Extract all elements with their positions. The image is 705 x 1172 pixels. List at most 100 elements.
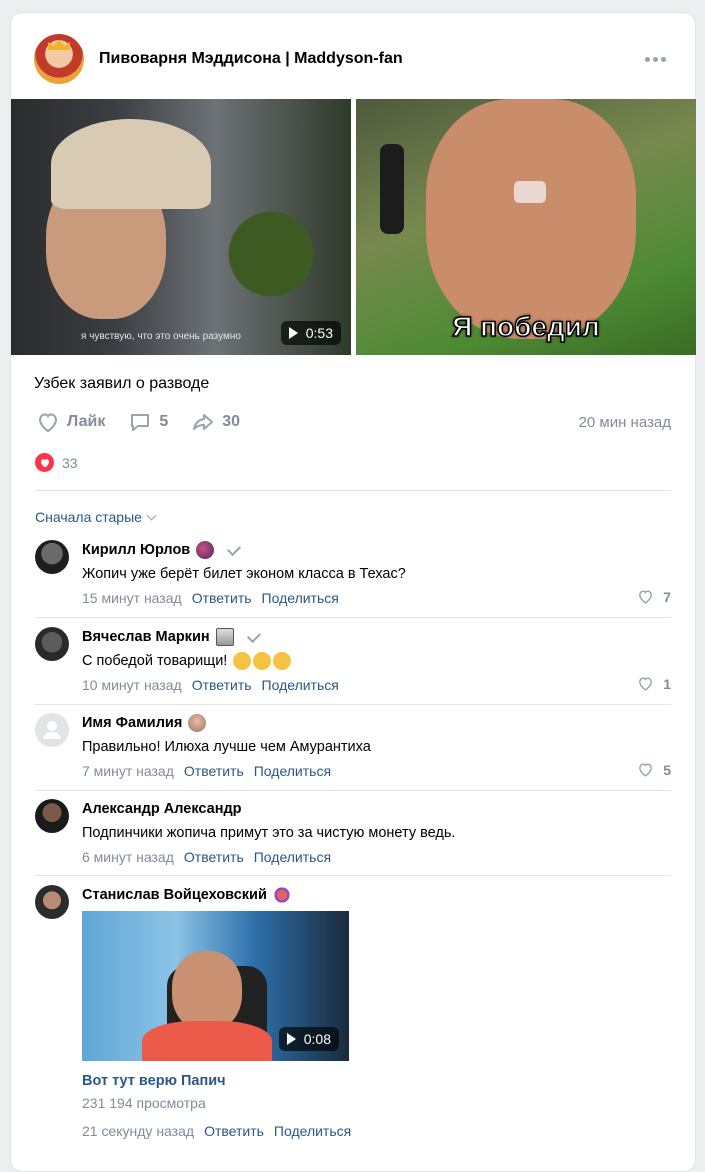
- comment-like-button[interactable]: 5: [636, 761, 671, 778]
- plant-image: [216, 179, 326, 329]
- share-comment-button[interactable]: Поделиться: [274, 1123, 351, 1139]
- video-duration-badge: 0:08: [278, 1027, 339, 1051]
- comment-meta: 6 минут назад Ответить Поделиться: [82, 847, 671, 867]
- person-image: [172, 951, 242, 1031]
- reactions-summary[interactable]: 33: [35, 453, 78, 472]
- video-views: 231 194 просмотра: [82, 1095, 206, 1111]
- post-text: Узбек заявил о разводе: [34, 375, 210, 392]
- comment: Александр Александр Подпинчики жопича пр…: [35, 799, 671, 869]
- badge-emoji-icon: [188, 714, 207, 732]
- comment-text: Жопич уже берёт билет эконом класса в Те…: [82, 566, 406, 582]
- comment-time[interactable]: 15 минут назад: [82, 590, 182, 606]
- avatar[interactable]: [35, 713, 69, 747]
- share-comment-button[interactable]: Поделиться: [262, 677, 339, 693]
- share-button[interactable]: 30: [190, 410, 240, 434]
- hat-image: [51, 119, 211, 209]
- play-icon: [288, 327, 298, 339]
- verified-icon: [227, 541, 242, 556]
- comment-video-attachment[interactable]: 0:08: [82, 911, 349, 1061]
- comment-time[interactable]: 6 минут назад: [82, 849, 174, 865]
- reply-button[interactable]: Ответить: [184, 763, 244, 779]
- badge-sticker-icon: [215, 628, 234, 646]
- group-avatar[interactable]: [34, 34, 84, 84]
- heart-icon: [38, 413, 58, 433]
- badge-emoji-icon: [196, 541, 215, 559]
- reactions-count: 33: [62, 454, 78, 471]
- comment-author[interactable]: Станислав Войцеховский: [82, 885, 671, 905]
- comments-button[interactable]: 5: [127, 410, 168, 434]
- comment-meta: 7 минут назад Ответить Поделиться: [82, 761, 671, 781]
- divider: [35, 617, 671, 618]
- comment-author[interactable]: Вячеслав Маркин: [82, 627, 671, 647]
- comment-like-button[interactable]: 1: [636, 675, 671, 692]
- default-user-icon: [43, 721, 61, 739]
- phone-image: [380, 144, 404, 234]
- post-actions: Лайк 5 30 20 мин назад: [35, 409, 671, 435]
- comment-likes: 7: [663, 588, 671, 605]
- comment-author[interactable]: Александр Александр: [82, 799, 671, 819]
- comment-time[interactable]: 10 минут назад: [82, 677, 182, 693]
- divider: [35, 875, 671, 876]
- share-comment-button[interactable]: Поделиться: [254, 763, 331, 779]
- heart-icon: [639, 677, 653, 691]
- comment-text-value: С победой товарищи!: [82, 653, 228, 669]
- sort-label: Сначала старые: [35, 509, 142, 525]
- shirt-image: [142, 1021, 272, 1061]
- comment-meta: 21 секунду назад Ответить Поделиться: [82, 1121, 671, 1141]
- post-header: Пивоварня Мэддисона | Maddyson-fan: [34, 33, 675, 85]
- reply-button[interactable]: Ответить: [192, 677, 252, 693]
- video-attachment[interactable]: я чувствую, что это очень разумно 0:53: [11, 99, 351, 355]
- avatar[interactable]: [35, 627, 69, 661]
- comment: Станислав Войцеховский 0:08 Вот тут верю…: [35, 885, 671, 1155]
- comment-like-button[interactable]: 7: [636, 588, 671, 605]
- more-options-icon[interactable]: [643, 47, 667, 71]
- post-time[interactable]: 20 мин назад: [579, 414, 671, 431]
- share-icon: [193, 414, 214, 430]
- meme-caption: Я победил: [451, 310, 600, 343]
- reply-button[interactable]: Ответить: [192, 590, 252, 606]
- video-duration-badge: 0:53: [280, 321, 341, 345]
- reply-button[interactable]: Ответить: [204, 1123, 264, 1139]
- comment-text: Правильно! Илюха лучше чем Амурантиха: [82, 739, 371, 755]
- heart-icon: [639, 763, 653, 777]
- share-comment-button[interactable]: Поделиться: [254, 849, 331, 865]
- comment-time[interactable]: 7 минут назад: [82, 763, 174, 779]
- nose-bandage-image: [514, 181, 546, 203]
- comment-text: Подпинчики жопича примут это за чистую м…: [82, 825, 456, 841]
- post-media: я чувствую, что это очень разумно 0:53 Я…: [11, 99, 696, 355]
- sort-selector[interactable]: Сначала старые: [35, 509, 157, 525]
- man-with-phone-image: [426, 99, 636, 339]
- like-label: Лайк: [67, 413, 106, 430]
- post-card: Пивоварня Мэддисона | Maddyson-fan я чув…: [10, 12, 696, 1172]
- play-icon: [286, 1033, 296, 1045]
- comment-text: С победой товарищи!: [82, 651, 671, 671]
- comment-author-name: Вячеслав Маркин: [82, 629, 210, 645]
- comment: Имя Фамилия Правильно! Илюха лучше чем А…: [35, 713, 671, 783]
- video-title[interactable]: Вот тут верю Папич: [82, 1073, 671, 1089]
- divider: [35, 704, 671, 705]
- comments-count: 5: [159, 413, 169, 430]
- reply-button[interactable]: Ответить: [184, 849, 244, 865]
- comment-meta: 15 минут назад Ответить Поделиться: [82, 588, 671, 608]
- video-duration: 0:53: [305, 325, 333, 341]
- like-button[interactable]: Лайк: [35, 410, 105, 434]
- comment-author[interactable]: Имя Фамилия: [82, 713, 671, 733]
- comment-icon: [131, 414, 150, 431]
- comment-author[interactable]: Кирилл Юрлов: [82, 540, 671, 560]
- comment-time[interactable]: 21 секунду назад: [82, 1123, 194, 1139]
- salute-emoji-icon: [233, 652, 252, 670]
- verified-icon: [246, 628, 261, 643]
- heart-reaction-icon: [35, 453, 54, 472]
- avatar[interactable]: [35, 799, 69, 833]
- salute-emoji-icon: [273, 652, 292, 670]
- photo-attachment[interactable]: Я победил: [356, 99, 696, 355]
- avatar[interactable]: [35, 885, 69, 919]
- comment: Кирилл Юрлов Жопич уже берёт билет эконо…: [35, 540, 671, 610]
- badge-emoji-icon: [272, 886, 291, 904]
- avatar[interactable]: [35, 540, 69, 574]
- group-name[interactable]: Пивоварня Мэддисона | Maddyson-fan: [99, 50, 403, 68]
- comment-meta: 10 минут назад Ответить Поделиться: [82, 675, 671, 695]
- comment-author-name: Кирилл Юрлов: [82, 542, 191, 558]
- video-subtitle: я чувствую, что это очень разумно: [81, 331, 241, 342]
- share-comment-button[interactable]: Поделиться: [262, 590, 339, 606]
